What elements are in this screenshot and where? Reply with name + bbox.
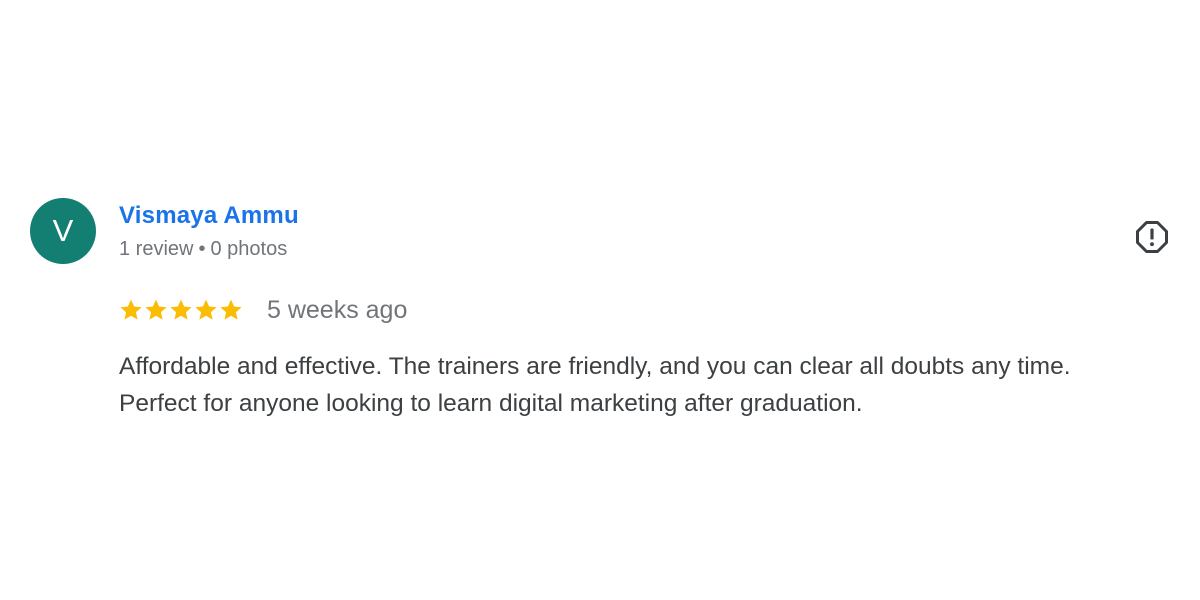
photo-count: 0 photos <box>210 238 288 260</box>
author-name-link[interactable]: Vismaya Ammu <box>119 202 299 230</box>
star-icon <box>220 299 242 320</box>
flag-icon <box>1136 221 1168 253</box>
avatar[interactable]: V <box>30 198 96 264</box>
avatar-initial: V <box>52 213 74 248</box>
star-icon <box>145 299 167 320</box>
rating-row: 5 weeks ago <box>119 292 407 328</box>
star-icon <box>195 299 217 320</box>
review-text-line: Affordable and effective. The trainers a… <box>119 353 1071 380</box>
review-time: 5 weeks ago <box>267 295 408 324</box>
review-card: V Vismaya Ammu 1 review • 0 photos 5 weeks… <box>0 0 1200 600</box>
review-text: Affordable and effective. The trainers a… <box>119 348 1179 422</box>
author-meta: 1 review • 0 photos <box>119 238 287 261</box>
review-count: 1 review <box>119 238 194 260</box>
star-rating <box>119 298 243 322</box>
review-text-line: Perfect for anyone looking to learn digi… <box>119 390 863 417</box>
meta-separator: • <box>198 238 206 260</box>
star-icon <box>120 299 142 320</box>
report-button[interactable] <box>1134 219 1170 255</box>
star-icon <box>170 299 192 320</box>
